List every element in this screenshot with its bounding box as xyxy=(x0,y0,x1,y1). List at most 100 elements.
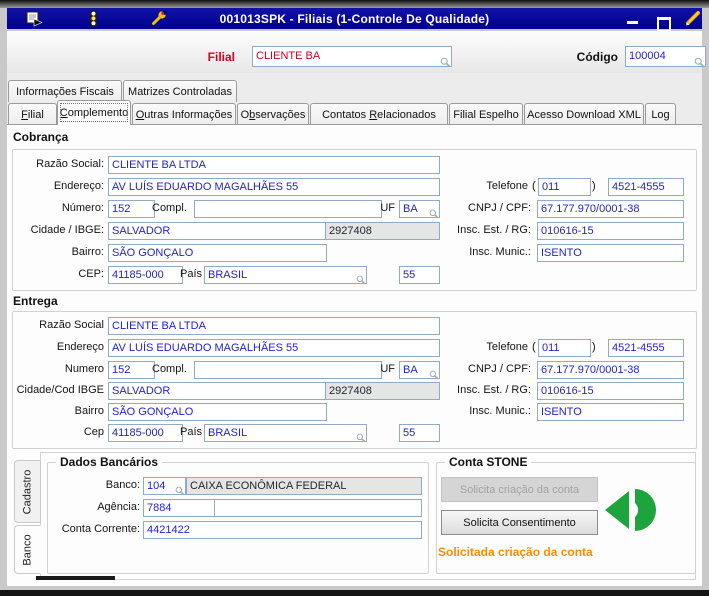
insc-mun-label: Insc. Munic.: xyxy=(469,405,531,417)
cobranca-ddd-field[interactable]: 011 xyxy=(538,178,591,196)
cobranca-group-title: Cobrança xyxy=(13,130,69,144)
magnifier-icon[interactable] xyxy=(175,486,185,495)
tab-filial[interactable]: Filial xyxy=(8,103,57,125)
agencia-label: Agência: xyxy=(97,501,140,513)
entrega-cep-field[interactable]: 41185-000 xyxy=(108,424,183,442)
stone-logo-icon xyxy=(605,489,656,531)
cobranca-cep-field[interactable]: 41185-000 xyxy=(108,266,183,284)
magnifier-icon[interactable] xyxy=(356,275,366,284)
numero-label: Número: xyxy=(61,202,104,214)
agencia-field[interactable]: 7884 xyxy=(143,499,215,517)
entrega-group-title: Entrega xyxy=(13,294,58,308)
cobranca-pais-cod-field[interactable]: 55 xyxy=(399,266,440,284)
entrega-razao-social-field[interactable]: CLIENTE BA LTDA xyxy=(108,317,440,335)
telefone-label: Telefone xyxy=(486,180,528,192)
banco-label: Banco: xyxy=(105,479,140,491)
tab-complemento[interactable]: Complemento xyxy=(57,100,131,125)
magnifier-icon[interactable] xyxy=(694,57,705,67)
agencia-extra-field[interactable] xyxy=(214,499,422,517)
entrega-numero-field[interactable]: 152 xyxy=(108,361,155,379)
cobranca-numero-field[interactable]: 152 xyxy=(108,200,155,218)
uf-label: UF xyxy=(380,363,395,375)
paren-open: ( xyxy=(532,341,536,353)
codigo-field[interactable]: 100004 xyxy=(625,46,706,67)
stone-status-text: Solicitada criação da conta xyxy=(438,545,593,559)
cobranca-cidade-field[interactable]: SALVADOR xyxy=(108,222,327,240)
compl-label: Compl. xyxy=(152,363,187,375)
cobranca-cnpj-field[interactable]: 67.177.970/0001-38 xyxy=(537,200,684,218)
cobranca-bairro-field[interactable]: SÃO GONÇALO xyxy=(108,244,327,262)
compl-label: Compl. xyxy=(152,202,187,214)
tab-informacoes-fiscais[interactable]: Informações Fiscais xyxy=(8,80,122,102)
entrega-insc-mun-field[interactable]: ISENTO xyxy=(537,403,684,421)
tab-outras-informacoes[interactable]: Outras Informações xyxy=(132,103,236,125)
maximize-icon[interactable] xyxy=(657,17,671,32)
insc-est-label: Insc. Est. / RG: xyxy=(457,224,531,236)
insc-mun-label: Insc. Munic.: xyxy=(469,246,531,258)
minimize-icon[interactable] xyxy=(627,21,638,24)
entrega-cidade-field[interactable]: SALVADOR xyxy=(108,382,327,400)
tab-indicator-bar xyxy=(36,576,115,580)
cnpj-label: CNPJ / CPF: xyxy=(468,363,531,375)
cobranca-telefone-field[interactable]: 4521-4555 xyxy=(608,178,684,196)
uf-label: UF xyxy=(380,202,395,214)
tab-contatos-relacionados[interactable]: Contatos Relacionados xyxy=(310,103,448,125)
entrega-pais-field[interactable]: BRASIL xyxy=(204,424,367,442)
header-strip: Filial CLIENTE BA Código 100004 xyxy=(7,31,706,74)
cobranca-insc-est-field[interactable]: 010616-15 xyxy=(537,222,684,240)
entrega-cnpj-field[interactable]: 67.177.970/0001-38 xyxy=(537,361,684,379)
filial-label: Filial xyxy=(207,50,235,64)
bairro-label: Bairro: xyxy=(71,246,104,258)
sidebar-tab-cadastro[interactable]: Cadastro xyxy=(14,460,41,523)
pais-label: País xyxy=(180,268,203,280)
banco-codigo-field[interactable]: 104 xyxy=(143,477,186,495)
dados-bancarios-title: Dados Bancários xyxy=(56,455,163,469)
telefone-label: Telefone xyxy=(486,341,528,353)
entrega-pais-cod-field[interactable]: 55 xyxy=(399,424,440,442)
app-window: 001013SPK - Filiais (1-Controle De Quali… xyxy=(0,0,709,596)
tab-acesso-download-xml[interactable]: Acesso Download XML xyxy=(524,103,644,125)
bairro-label: Bairro xyxy=(74,405,104,417)
cobranca-compl-field[interactable] xyxy=(194,200,382,218)
magnifier-icon[interactable] xyxy=(440,57,451,67)
conta-corrente-label: Conta Corrente: xyxy=(61,523,140,535)
paren-open: ( xyxy=(532,180,536,192)
solicita-criacao-button: Solicita criação da conta xyxy=(441,477,598,502)
entrega-endereco-field[interactable]: AV LUÍS EDUARDO MAGALHÃES 55 xyxy=(108,339,440,357)
cobranca-endereco-field[interactable]: AV LUÍS EDUARDO MAGALHÃES 55 xyxy=(108,178,440,196)
razao-social-label: Razão Social: xyxy=(36,158,104,170)
numero-label: Numero xyxy=(64,363,104,375)
conta-corrente-field[interactable]: 4421422 xyxy=(143,521,422,539)
insc-est-label: Insc. Est. / RG: xyxy=(457,384,531,396)
tab-filial-espelho[interactable]: Filial Espelho xyxy=(449,103,523,125)
cep-label: Cep xyxy=(83,426,104,438)
filial-field[interactable]: CLIENTE BA xyxy=(252,46,452,67)
endereco-label: Endereço xyxy=(56,341,104,353)
window-frame-top xyxy=(0,0,709,8)
cobranca-insc-mun-field[interactable]: ISENTO xyxy=(537,244,684,262)
sidebar-tab-banco[interactable]: Banco xyxy=(14,525,41,574)
entrega-ddd-field[interactable]: 011 xyxy=(538,339,591,357)
tab-observacoes[interactable]: Observações xyxy=(237,103,309,125)
cnpj-label: CNPJ / CPF: xyxy=(468,202,531,214)
tab-log[interactable]: Log xyxy=(645,103,676,125)
pais-label: País xyxy=(180,426,203,438)
conta-stone-title: Conta STONE xyxy=(445,455,532,469)
window-title: 001013SPK - Filiais (1-Controle De Quali… xyxy=(219,11,490,26)
window-frame-bottom xyxy=(0,590,709,596)
entrega-bairro-field[interactable]: SÃO GONÇALO xyxy=(108,403,327,421)
entrega-insc-est-field[interactable]: 010616-15 xyxy=(537,382,684,400)
razao-social-label: Razão Social xyxy=(39,319,104,331)
entrega-telefone-field[interactable]: 4521-4555 xyxy=(608,339,684,357)
magnifier-icon[interactable] xyxy=(356,433,366,442)
banco-nome-field: CAIXA ECONÔMICA FEDERAL xyxy=(186,477,422,495)
cobranca-razao-social-field[interactable]: CLIENTE BA LTDA xyxy=(108,156,440,174)
cobranca-pais-field[interactable]: BRASIL xyxy=(204,266,367,284)
solicita-consentimento-button[interactable]: Solicita Consentimento xyxy=(441,510,598,535)
cidade-ibge-label: Cidade/Cod IBGE xyxy=(16,384,104,396)
codigo-label: Código xyxy=(576,50,618,64)
pencil-icon[interactable] xyxy=(683,9,702,28)
tab-matrizes-controladas[interactable]: Matrizes Controladas xyxy=(123,80,237,102)
cidade-ibge-label: Cidade / IBGE: xyxy=(30,224,104,236)
entrega-compl-field[interactable] xyxy=(194,361,382,379)
